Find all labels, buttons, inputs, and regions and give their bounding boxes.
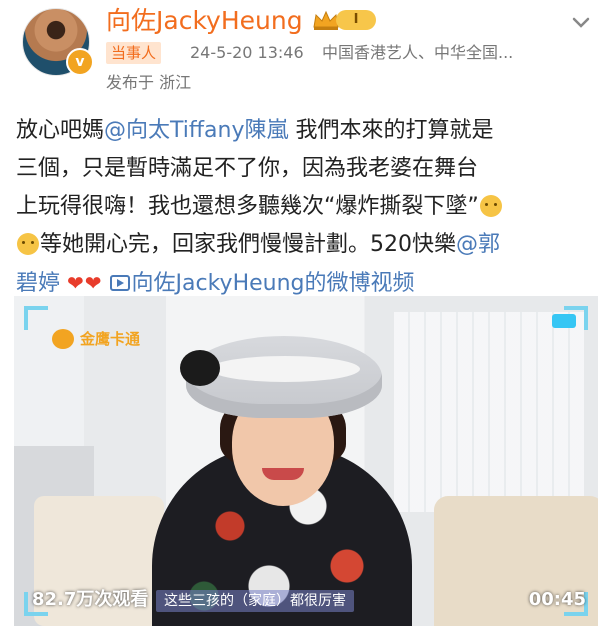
post-line: 三個，只是暫時滿足不了你，因為我老婆在舞台 (16, 150, 602, 188)
author-name[interactable]: 向佐JackyHeung (106, 4, 303, 38)
role-tag: 当事人 (106, 42, 162, 64)
video-person-hat-band (210, 356, 360, 382)
video-person-smile (262, 468, 304, 480)
post-location: 发布于 浙江 (106, 73, 192, 92)
frame-corner (24, 306, 48, 330)
mention-link[interactable]: @郭 (456, 232, 500, 257)
post-line: 等她開心完，回家我們慢慢計劃。520快樂@郭 (16, 226, 602, 264)
text-segment: 三個，只是暫時滿足不了你，因為我老婆在舞台 (16, 156, 479, 181)
user-level-badge: I (336, 10, 376, 30)
video-icon (109, 275, 130, 291)
video-link-label: 向佐JackyHeung的微博视频 (131, 271, 415, 296)
post-line: 上玩得很嗨！我也還想多聽幾次“爆炸撕裂下墜” (16, 188, 602, 226)
hearts-emoji-icon: ❤❤ (67, 271, 103, 295)
view-count: 82.7万次观看 (32, 589, 149, 610)
verified-badge-icon: v (66, 48, 94, 76)
video-player[interactable]: 金鹰卡通 82.7万次观看 这些三孩的（家庭）都很厉害 00:45 (14, 296, 598, 626)
post-timestamp: 24-5-20 13:46 (190, 43, 304, 62)
text-segment: 上玩得很嗨！我也還想多聽幾次“爆炸撕裂下墜” (16, 194, 479, 219)
channel-logo: 金鹰卡通 (52, 328, 140, 350)
text-segment: 等她開心完，回家我們慢慢計劃。520快樂 (40, 232, 456, 257)
post-header: v 向佐JackyHeung I 当事人 24-5-20 13:46 中国香港艺… (0, 0, 612, 100)
video-scene-window (394, 312, 584, 512)
author-description: 中国香港艺人、中华全国... (322, 43, 514, 62)
video-duration: 00:45 (528, 589, 586, 610)
mention-link[interactable]: @向太Tiffany陳嵐 (104, 118, 288, 143)
video-person-hat-flower (180, 350, 220, 386)
post-body: 放心吧媽@向太Tiffany陳嵐 我們本來的打算就是 三個，只是暫時滿足不了你，… (16, 112, 602, 302)
thinking-emoji-icon (479, 195, 502, 217)
thinking-emoji-icon (17, 233, 39, 255)
video-link[interactable]: 向佐JackyHeung的微博视频 (109, 271, 415, 296)
text-segment: 放心吧媽 (16, 118, 105, 143)
text-segment: 我們本來的打算就是 (288, 118, 494, 143)
video-subtitle: 这些三孩的（家庭）都很厉害 (156, 590, 354, 612)
mention-link[interactable]: 碧婷 (16, 271, 60, 296)
fullscreen-icon[interactable] (552, 314, 576, 328)
post-line: 放心吧媽@向太Tiffany陳嵐 我們本來的打算就是 (16, 112, 602, 150)
chevron-down-icon[interactable] (566, 8, 596, 38)
